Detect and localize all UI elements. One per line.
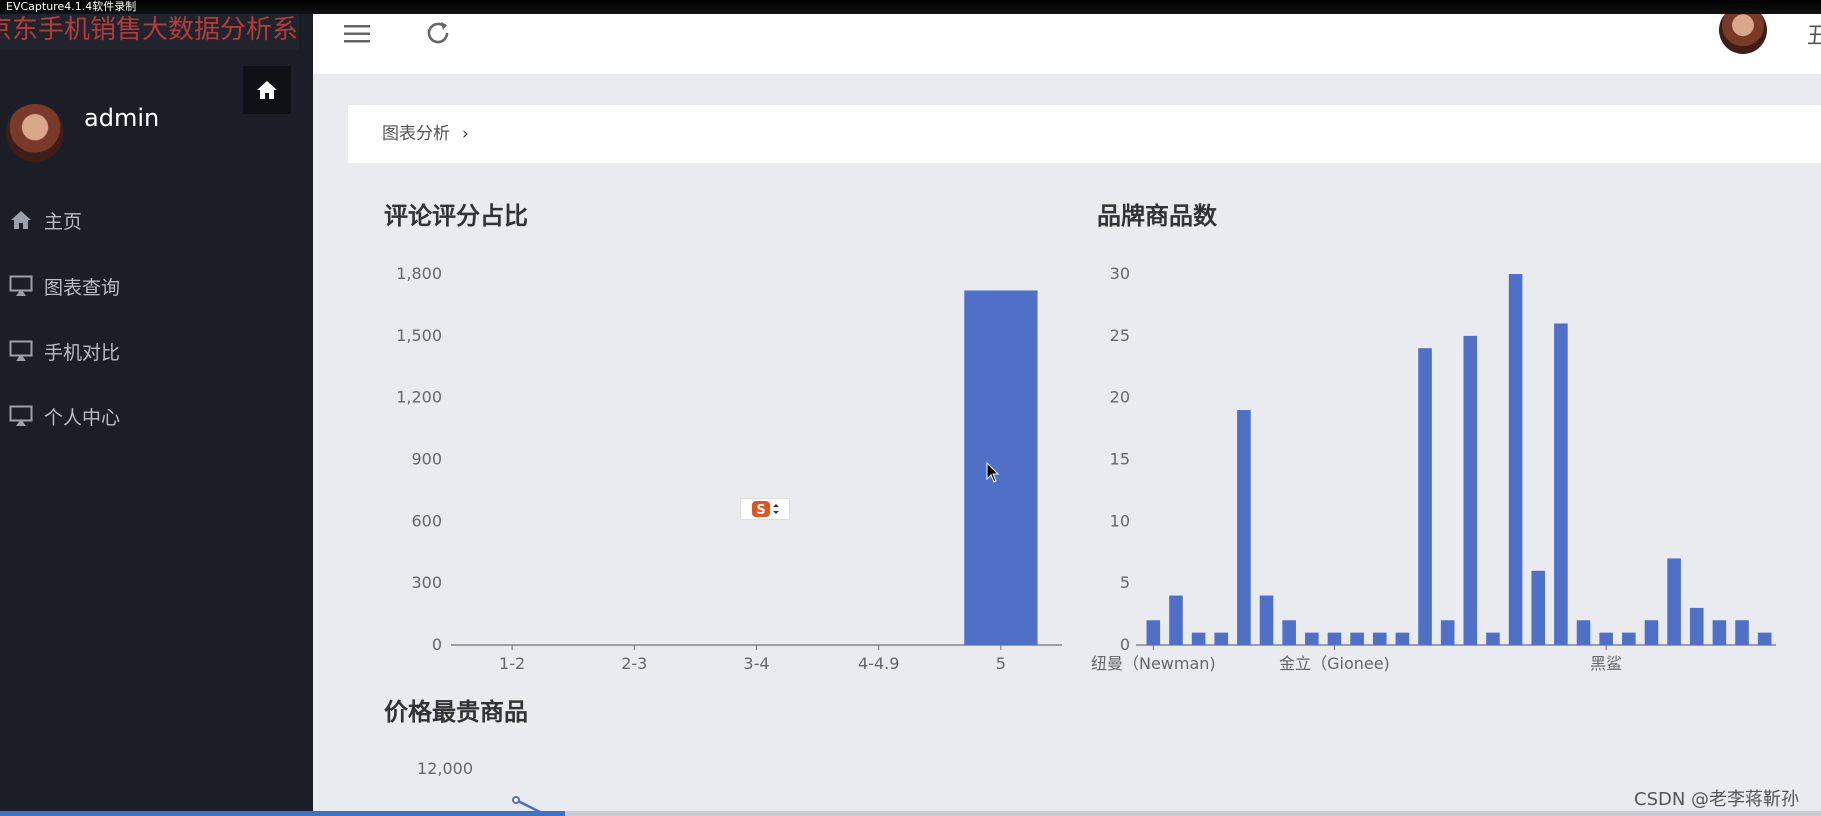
y-tick-label: 1,800: [396, 264, 442, 283]
bar: [1712, 620, 1727, 645]
bar: [1237, 410, 1251, 645]
bar: [1667, 558, 1681, 645]
sogou-ime-icon: S: [752, 501, 770, 518]
chevron-down-icon: [773, 504, 779, 514]
y-tick-label: 5: [1120, 573, 1130, 592]
recorder-bar: EVCapture4.1.4软件录制: [0, 0, 1821, 14]
bar: [1146, 620, 1161, 645]
bar: [1259, 595, 1274, 645]
x-tick-label: 1-2: [499, 654, 525, 673]
bar: [1418, 348, 1432, 645]
bar: [1395, 632, 1410, 645]
y-tick-label: 25: [1110, 326, 1130, 345]
horizontal-scrollbar[interactable]: [0, 811, 1821, 816]
bar: [1463, 335, 1478, 645]
y-tick-label: 12,000: [417, 759, 473, 778]
bar: [1531, 570, 1546, 645]
scrollbar-thumb[interactable]: [0, 811, 565, 816]
rating-bar-chart: 03006009001,2001,5001,8001-2 2-3 3-4 4-4.9 5…: [396, 264, 1776, 814]
bar: [1576, 620, 1591, 645]
y-tick-label: 0: [1120, 635, 1130, 654]
y-tick-label: 600: [411, 511, 442, 530]
recorder-label: EVCapture4.1.4软件录制: [6, 0, 137, 13]
bar: [1644, 620, 1659, 645]
bar: [1599, 632, 1613, 645]
y-tick-label: 0: [432, 635, 442, 654]
x-tick-label: 黑鲨: [1590, 654, 1622, 673]
x-tick-label: 纽曼（Newman): [1091, 654, 1216, 673]
y-tick-label: 15: [1110, 450, 1130, 469]
bar: [1622, 632, 1636, 645]
watermark: CSDN @老李蒋靳孙: [1634, 789, 1800, 810]
mouse-cursor-icon: [986, 461, 1002, 488]
x-tick-label: 金立（Gionee): [1279, 654, 1390, 673]
x-tick-label: 4-4.9: [858, 654, 899, 673]
bar: [1486, 632, 1500, 645]
svg-text:S: S: [756, 503, 765, 518]
bar: [1372, 632, 1387, 645]
data-point: [512, 796, 520, 804]
y-tick-label: 10: [1110, 511, 1130, 530]
bar: [1440, 620, 1455, 645]
bar: [1214, 632, 1229, 645]
x-tick-label: 3-4: [743, 654, 769, 673]
bar: [1169, 595, 1183, 645]
x-tick-label: 5: [996, 654, 1006, 673]
bar: [1327, 632, 1342, 645]
bar: [1191, 632, 1206, 645]
y-tick-label: 30: [1110, 264, 1130, 283]
bar: [1689, 607, 1704, 645]
y-tick-label: 1,200: [396, 388, 442, 407]
bar: [1554, 323, 1568, 645]
y-tick-label: 1,500: [396, 326, 442, 345]
bar: [1282, 620, 1296, 645]
bar: [1508, 274, 1523, 645]
y-tick-label: 900: [411, 450, 442, 469]
ime-indicator[interactable]: S: [740, 498, 790, 520]
bar: [1305, 632, 1319, 645]
bar: [1735, 620, 1749, 645]
y-tick-label: 300: [411, 573, 442, 592]
bar: [1350, 632, 1364, 645]
bar: [1757, 632, 1772, 645]
y-tick-label: 20: [1110, 388, 1130, 407]
x-tick-label: 2-3: [621, 654, 647, 673]
